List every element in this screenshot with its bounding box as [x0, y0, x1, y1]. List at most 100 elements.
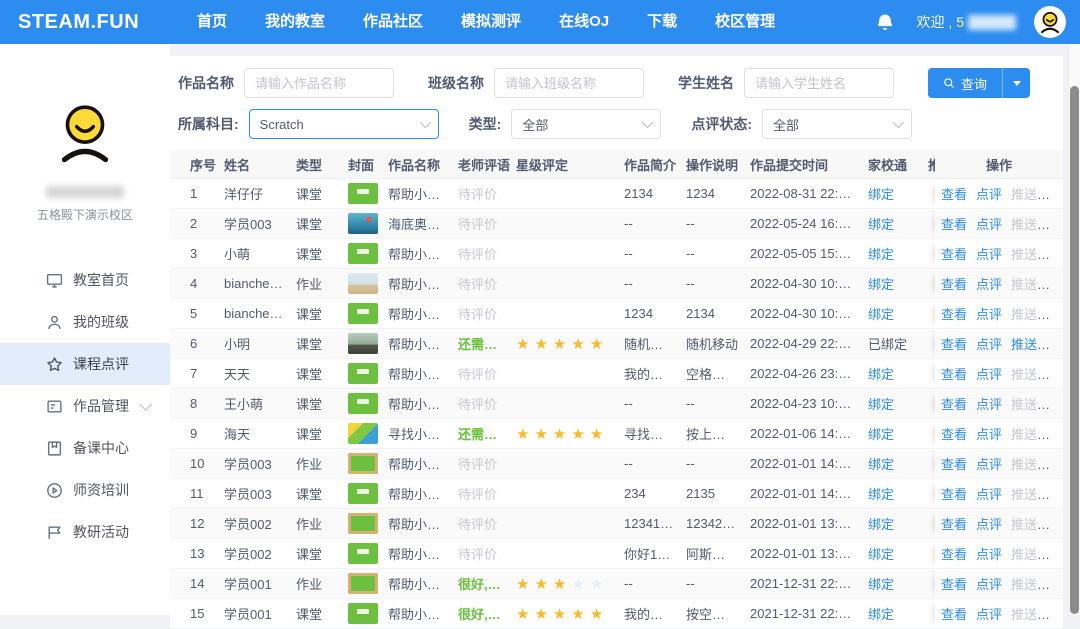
bind-link[interactable]: 绑定 [868, 487, 894, 502]
nav-item-mock-eval[interactable]: 模拟测评 [442, 0, 540, 44]
action-view[interactable]: 查看 [941, 517, 967, 532]
work-cover-thumbnail[interactable] [348, 573, 378, 594]
nav-item-my-classroom[interactable]: 我的教室 [246, 0, 344, 44]
action-view[interactable]: 查看 [941, 547, 967, 562]
action-review[interactable]: 点评 [976, 397, 1002, 412]
action-view[interactable]: 查看 [941, 487, 967, 502]
action-review[interactable]: 点评 [976, 487, 1002, 502]
work-cover-thumbnail[interactable] [348, 543, 378, 564]
teacher-comment-cell: 待评价 [452, 449, 510, 479]
row-actions-cell: 查看点评推送海报 [935, 299, 1063, 329]
work-cover-thumbnail[interactable] [348, 183, 378, 204]
nav-item-campus-mgmt[interactable]: 校区管理 [696, 0, 794, 44]
sidebar-item-works-mgmt[interactable]: 作品管理 [0, 385, 170, 427]
action-view[interactable]: 查看 [941, 217, 967, 232]
action-review[interactable]: 点评 [976, 187, 1002, 202]
vertical-scrollbar-thumb[interactable] [1070, 86, 1079, 614]
work-cover-thumbnail[interactable] [348, 423, 378, 444]
action-push[interactable]: 推送 [1011, 337, 1037, 352]
sidebar-item-classroom-home[interactable]: 教室首页 [0, 259, 170, 301]
work-cover-thumbnail[interactable] [348, 243, 378, 264]
sidebar-item-my-classes[interactable]: 我的班级 [0, 301, 170, 343]
search-button[interactable]: 查询 [928, 68, 1002, 98]
work-type-cell: 课堂 [290, 239, 342, 269]
sidebar-item-course-review[interactable]: 课程点评 [0, 343, 170, 385]
bind-link[interactable]: 绑定 [868, 517, 894, 532]
search-dropdown-toggle[interactable] [1002, 68, 1030, 98]
action-view[interactable]: 查看 [941, 427, 967, 442]
action-review[interactable]: 点评 [976, 577, 1002, 592]
action-view[interactable]: 查看 [941, 307, 967, 322]
work-cover-thumbnail[interactable] [348, 603, 378, 624]
star-rating-cell [510, 299, 618, 329]
work-name-input[interactable] [244, 68, 394, 98]
bind-link[interactable]: 绑定 [868, 577, 894, 592]
work-cover-thumbnail[interactable] [348, 483, 378, 504]
bind-link[interactable]: 绑定 [868, 367, 894, 382]
work-cover-thumbnail[interactable] [348, 513, 378, 534]
action-review[interactable]: 点评 [976, 217, 1002, 232]
work-cover-thumbnail[interactable] [348, 363, 378, 384]
row-index-cell: 1 [170, 179, 218, 209]
work-cover-thumbnail[interactable] [348, 333, 378, 354]
sidebar-item-teacher-training[interactable]: 师资培训 [0, 469, 170, 511]
nav-item-online-oj[interactable]: 在线OJ [540, 0, 628, 44]
star-icon: ★ [516, 606, 529, 623]
table-row: 7 天天 课堂 帮助小动物 待评价 我的作品 空格键开始.. 2022-04-2… [170, 359, 1063, 389]
campus-name: 五格殿下演示校区 [0, 206, 170, 223]
action-review[interactable]: 点评 [976, 427, 1002, 442]
action-review[interactable]: 点评 [976, 307, 1002, 322]
nav-item-works-community[interactable]: 作品社区 [344, 0, 442, 44]
action-view[interactable]: 查看 [941, 187, 967, 202]
action-view[interactable]: 查看 [941, 367, 967, 382]
nav-item-home[interactable]: 首页 [178, 0, 246, 44]
bind-link[interactable]: 绑定 [868, 217, 894, 232]
action-view[interactable]: 查看 [941, 277, 967, 292]
work-title-cell: 帮助小动物 [382, 509, 452, 539]
search-split-button: 查询 [928, 68, 1030, 98]
work-cover-thumbnail[interactable] [348, 303, 378, 324]
action-view[interactable]: 查看 [941, 397, 967, 412]
bind-link[interactable]: 绑定 [868, 307, 894, 322]
works-table: 序号 姓名 类型 封面 作品名称 老师评语 星级评定 作品简介 操作说明 作品提… [170, 150, 1063, 629]
work-cover-thumbnail[interactable] [348, 393, 378, 414]
sidebar-item-teaching-research[interactable]: 教研活动 [0, 511, 170, 553]
class-name-input[interactable] [494, 68, 644, 98]
family-school-cell: 绑定 [862, 569, 922, 599]
user-avatar[interactable] [1034, 6, 1066, 38]
action-review[interactable]: 点评 [976, 337, 1002, 352]
action-view[interactable]: 查看 [941, 247, 967, 262]
family-school-cell: 绑定 [862, 269, 922, 299]
work-cover-thumbnail[interactable] [348, 453, 378, 474]
work-cover-thumbnail[interactable] [348, 213, 378, 234]
bind-link[interactable]: 绑定 [868, 457, 894, 472]
bind-link[interactable]: 绑定 [868, 397, 894, 412]
student-name-cell: bianche… [218, 299, 290, 329]
action-review[interactable]: 点评 [976, 247, 1002, 262]
nav-item-download[interactable]: 下载 [628, 0, 696, 44]
header-teacher-comment: 老师评语 [452, 150, 510, 179]
review-status-select[interactable]: 全部 [762, 109, 912, 139]
action-view[interactable]: 查看 [941, 337, 967, 352]
sidebar-item-lesson-prep[interactable]: 备课中心 [0, 427, 170, 469]
app-logo[interactable]: STEAM.FUN [18, 11, 178, 34]
bind-link[interactable]: 绑定 [868, 547, 894, 562]
action-review[interactable]: 点评 [976, 367, 1002, 382]
bell-icon[interactable] [875, 12, 895, 32]
action-view[interactable]: 查看 [941, 457, 967, 472]
subject-select[interactable]: Scratch [249, 109, 439, 139]
action-review[interactable]: 点评 [976, 547, 1002, 562]
action-review[interactable]: 点评 [976, 517, 1002, 532]
bind-link[interactable]: 绑定 [868, 247, 894, 262]
action-review[interactable]: 点评 [976, 277, 1002, 292]
action-review[interactable]: 点评 [976, 457, 1002, 472]
type-select[interactable]: 全部 [511, 109, 661, 139]
work-cover-thumbnail[interactable] [348, 273, 378, 294]
bind-link[interactable]: 绑定 [868, 187, 894, 202]
action-view[interactable]: 查看 [941, 577, 967, 592]
bind-link[interactable]: 绑定 [868, 427, 894, 442]
star-icon: ★ [534, 336, 547, 353]
teacher-comment-cell: 待评价 [452, 209, 510, 239]
bind-link[interactable]: 绑定 [868, 277, 894, 292]
student-name-input[interactable] [744, 68, 894, 98]
